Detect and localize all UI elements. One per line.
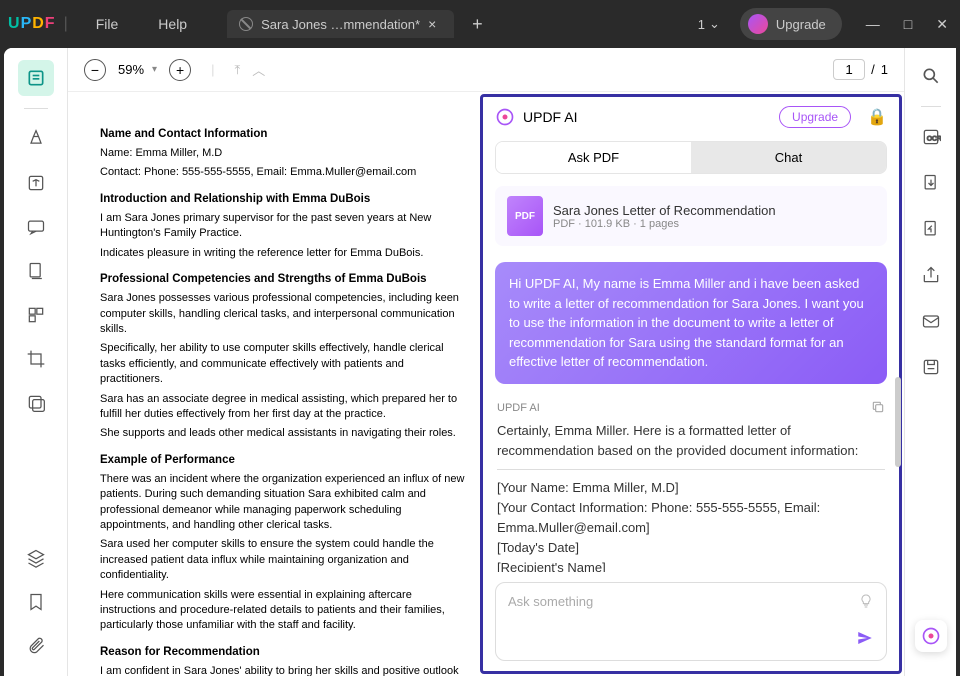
search-icon[interactable] — [915, 60, 947, 92]
bookmark-icon[interactable] — [18, 584, 54, 620]
ai-assistant-float-icon[interactable] — [915, 620, 947, 652]
upgrade-icon — [748, 14, 768, 34]
doc-heading: Introduction and Relationship with Emma … — [100, 191, 468, 207]
save-icon[interactable] — [915, 351, 947, 383]
suggestions-icon[interactable] — [858, 593, 874, 614]
copy-icon[interactable] — [871, 400, 885, 417]
doc-text: Indicates pleasure in writing the refere… — [100, 246, 468, 261]
tab-ask-pdf[interactable]: Ask PDF — [496, 142, 691, 173]
ai-input-area — [495, 582, 887, 661]
zoom-dropdown-icon[interactable]: ▾ — [152, 64, 157, 75]
send-icon[interactable] — [856, 629, 874, 652]
window-count-dropdown[interactable]: 1 ⌄ — [690, 12, 728, 36]
doc-heading: Name and Contact Information — [100, 126, 468, 142]
tab-chat[interactable]: Chat — [691, 142, 886, 173]
doc-text: Sara used her computer skills to ensure … — [100, 537, 468, 583]
zoom-out-button[interactable]: − — [84, 59, 106, 81]
convert-icon[interactable] — [915, 167, 947, 199]
maximize-button[interactable]: □ — [900, 12, 916, 37]
pdf-file-icon: PDF — [507, 196, 543, 236]
ocr-icon[interactable]: OCR — [915, 121, 947, 153]
app-logo: UPDF — [8, 15, 56, 33]
toolbar: − 59% ▾ + | ⤒ ︿ / 1 — [68, 48, 904, 92]
left-sidebar — [4, 48, 68, 676]
doc-heading: Reason for Recommendation — [100, 644, 468, 660]
redact-icon[interactable] — [18, 385, 54, 421]
comment-icon[interactable] — [18, 209, 54, 245]
titlebar: UPDF | File Help Sara Jones …mmendation*… — [0, 0, 960, 48]
ai-response-label: UPDF AI — [497, 402, 540, 414]
ai-response-text: [Your Name: Emma Miller, M.D] — [497, 478, 885, 498]
ai-response-text: [Today's Date] — [497, 538, 885, 558]
document-viewer[interactable]: Name and Contact Information Name: Emma … — [68, 92, 480, 676]
chevron-down-icon: ⌄ — [709, 16, 720, 32]
ai-upgrade-button[interactable]: Upgrade — [779, 106, 851, 128]
ai-response: Certainly, Emma Miller. Here is a format… — [497, 421, 885, 573]
ai-response-text: [Your Contact Information: Phone: 555-55… — [497, 498, 885, 538]
ai-response-text: Certainly, Emma Miller. Here is a format… — [497, 421, 885, 461]
right-sidebar: OCR — [904, 48, 956, 676]
attached-document-card[interactable]: PDF Sara Jones Letter of Recommendation … — [495, 186, 887, 246]
share-icon[interactable] — [915, 259, 947, 291]
close-button[interactable]: ✕ — [932, 12, 952, 37]
email-icon[interactable] — [915, 305, 947, 337]
ai-panel-title: UPDF AI — [523, 109, 577, 125]
doc-text: Specifically, her ability to use compute… — [100, 341, 468, 387]
tab-doc-icon — [239, 17, 253, 31]
doc-text: Sara has an associate degree in medical … — [100, 392, 468, 423]
doc-text: I am Sara Jones primary supervisor for t… — [100, 211, 468, 242]
first-page-icon[interactable]: ⤒ — [234, 62, 240, 78]
page-number-input[interactable] — [833, 59, 865, 80]
ai-panel: UPDF AI Upgrade 🔒 Ask PDF Chat PDF Sara … — [480, 94, 902, 674]
attached-doc-meta: PDF · 101.9 KB · 1 pages — [553, 218, 875, 230]
tab-title: Sara Jones …mmendation* — [261, 17, 420, 32]
attached-doc-name: Sara Jones Letter of Recommendation — [553, 203, 875, 218]
doc-text: She supports and leads other medical ass… — [100, 426, 468, 441]
doc-text: There was an incident where the organiza… — [100, 472, 468, 534]
new-tab-button[interactable]: + — [472, 14, 483, 35]
doc-text: Name: Emma Miller, M.D — [100, 146, 468, 161]
prev-page-icon[interactable]: ︿ — [252, 60, 265, 79]
compress-icon[interactable] — [915, 213, 947, 245]
attachment-icon[interactable] — [18, 628, 54, 664]
document-tab[interactable]: Sara Jones …mmendation* × — [227, 10, 454, 38]
doc-text: Sara Jones possesses various professiona… — [100, 291, 468, 337]
page-tool-icon[interactable] — [18, 253, 54, 289]
tab-close-icon[interactable]: × — [428, 16, 442, 32]
zoom-in-button[interactable]: + — [169, 59, 191, 81]
doc-heading: Example of Performance — [100, 452, 468, 468]
page-total: 1 — [881, 62, 888, 77]
ai-prompt-input[interactable] — [508, 594, 874, 609]
crop-icon[interactable] — [18, 341, 54, 377]
content-area: − 59% ▾ + | ⤒ ︿ / 1 Name and Contact Inf… — [68, 48, 904, 676]
zoom-value: 59% — [118, 62, 144, 77]
doc-heading: Professional Competencies and Strengths … — [100, 271, 468, 287]
edit-text-icon[interactable] — [18, 165, 54, 201]
doc-text: Here communication skills were essential… — [100, 588, 468, 634]
minimize-button[interactable]: — — [862, 12, 884, 37]
scrollbar-thumb[interactable] — [895, 377, 901, 467]
doc-text: Contact: Phone: 555-555-5555, Email: Emm… — [100, 165, 468, 180]
page-separator: / — [871, 62, 875, 77]
highlight-icon[interactable] — [18, 121, 54, 157]
doc-text: I am confident in Sara Jones' ability to… — [100, 664, 468, 676]
menu-file[interactable]: File — [76, 16, 139, 32]
updf-ai-logo-icon — [495, 107, 515, 127]
upgrade-button[interactable]: Upgrade — [740, 8, 842, 40]
lock-icon: 🔒 — [867, 107, 887, 127]
ai-tabs: Ask PDF Chat — [495, 141, 887, 174]
svg-text:OCR: OCR — [926, 135, 940, 142]
main-area: − 59% ▾ + | ⤒ ︿ / 1 Name and Contact Inf… — [4, 48, 956, 676]
ai-response-text: [Recipient's Name] — [497, 558, 885, 572]
organize-icon[interactable] — [18, 297, 54, 333]
menu-help[interactable]: Help — [138, 16, 207, 32]
reader-mode-icon[interactable] — [18, 60, 54, 96]
layers-icon[interactable] — [18, 540, 54, 576]
user-message: Hi UPDF AI, My name is Emma Miller and i… — [495, 262, 887, 384]
